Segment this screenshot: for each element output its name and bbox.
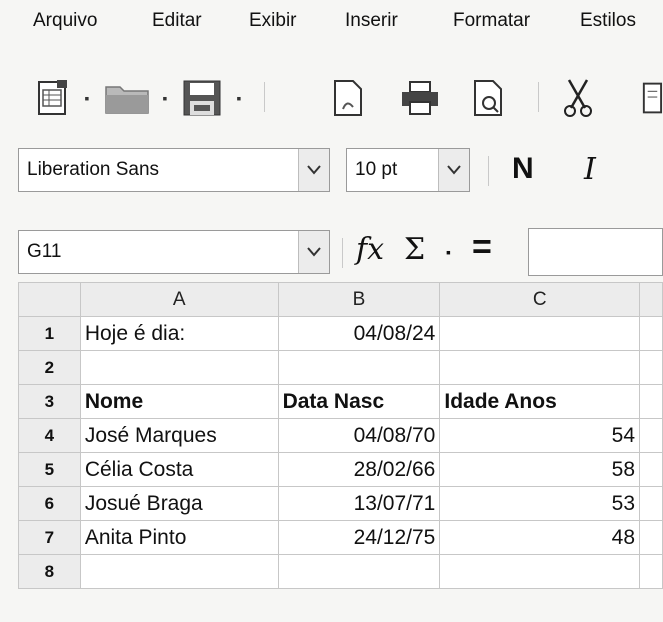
cell-d1[interactable]	[639, 316, 663, 351]
formula-equals-button[interactable]: =	[472, 228, 492, 267]
cell-b6[interactable]: 13/07/71	[277, 486, 441, 521]
table-row: 2	[18, 350, 663, 385]
cell-b1[interactable]: 04/08/24	[277, 316, 441, 351]
print-preview-icon[interactable]	[470, 66, 506, 130]
sum-button[interactable]: Σ	[404, 232, 425, 267]
open-folder-icon[interactable]	[102, 66, 152, 130]
column-header-b[interactable]: B	[277, 282, 441, 317]
menu-bar: Arquivo Editar Exibir Inserir Formatar E…	[0, 0, 663, 44]
cell-b2[interactable]	[277, 350, 441, 385]
cell-a4[interactable]: José Marques	[79, 418, 279, 453]
table-row: 7 Anita Pinto 24/12/75 48	[18, 520, 663, 555]
spreadsheet-grid: A B C 1 Hoje é dia: 04/08/24 2 3 Nome Da…	[18, 282, 663, 589]
standard-toolbar: ▪ ▪ ▪	[0, 66, 663, 130]
cell-a6[interactable]: Josué Braga	[79, 486, 279, 521]
cell-a3[interactable]: Nome	[79, 384, 279, 419]
cell-a5[interactable]: Célia Costa	[79, 452, 279, 487]
new-document-icon[interactable]	[32, 66, 72, 130]
cell-d7[interactable]	[639, 520, 663, 555]
row-header[interactable]: 6	[18, 486, 81, 521]
formula-bar: G11 fx Σ ▪ =	[0, 222, 663, 282]
cell-b8[interactable]	[277, 554, 441, 589]
print-icon[interactable]	[398, 66, 442, 130]
cell-d4[interactable]	[639, 418, 663, 453]
chevron-down-icon[interactable]	[438, 149, 469, 191]
chevron-down-icon[interactable]	[298, 149, 329, 191]
table-row: 1 Hoje é dia: 04/08/24	[18, 316, 663, 351]
table-row: 8	[18, 554, 663, 589]
font-name-combo[interactable]: Liberation Sans	[18, 148, 330, 192]
cell-c4[interactable]: 54	[439, 418, 641, 453]
cell-c3[interactable]: Idade Anos	[439, 384, 641, 419]
cell-c6[interactable]: 53	[439, 486, 641, 521]
name-box-value: G11	[27, 241, 62, 262]
cell-d5[interactable]	[639, 452, 663, 487]
toolbar-separator	[538, 82, 539, 112]
copy-icon[interactable]	[640, 66, 663, 130]
cell-c7[interactable]: 48	[439, 520, 641, 555]
cell-b3[interactable]: Data Nasc	[277, 384, 441, 419]
font-size-value: 10 pt	[355, 159, 398, 180]
column-header-c[interactable]: C	[439, 282, 641, 317]
menu-estilos[interactable]: Estilos	[580, 10, 636, 32]
table-row: 5 Célia Costa 28/02/66 58	[18, 452, 663, 487]
cell-c5[interactable]: 58	[439, 452, 641, 487]
font-name-value: Liberation Sans	[27, 159, 160, 180]
cell-c2[interactable]	[439, 350, 641, 385]
cell-d3[interactable]	[639, 384, 663, 419]
cell-a2[interactable]	[79, 350, 279, 385]
select-all-corner[interactable]	[18, 282, 81, 317]
table-row: 4 José Marques 04/08/70 54	[18, 418, 663, 453]
cell-b5[interactable]: 28/02/66	[277, 452, 441, 487]
column-header-d[interactable]	[639, 282, 663, 317]
row-header[interactable]: 5	[18, 452, 81, 487]
sum-dropdown-arrow[interactable]: ▪	[446, 244, 451, 260]
toolbar-separator	[488, 156, 489, 186]
function-wizard-button[interactable]: fx	[356, 232, 384, 267]
italic-button[interactable]: I	[584, 152, 596, 187]
formula-input[interactable]	[528, 228, 663, 276]
row-header[interactable]: 1	[18, 316, 81, 351]
name-box[interactable]: G11	[18, 230, 330, 274]
formatting-toolbar: Liberation Sans 10 pt N I	[0, 142, 663, 202]
toolbar-separator	[342, 238, 343, 268]
menu-inserir[interactable]: Inserir	[345, 10, 398, 32]
menu-formatar[interactable]: Formatar	[453, 10, 530, 32]
font-size-combo[interactable]: 10 pt	[346, 148, 470, 192]
cell-b4[interactable]: 04/08/70	[277, 418, 441, 453]
bold-button[interactable]: N	[512, 152, 534, 186]
cell-a8[interactable]	[79, 554, 279, 589]
cut-icon[interactable]	[560, 66, 596, 130]
table-row: 3 Nome Data Nasc Idade Anos	[18, 384, 663, 419]
cell-a7[interactable]: Anita Pinto	[79, 520, 279, 555]
save-icon[interactable]	[180, 66, 224, 130]
row-header[interactable]: 3	[18, 384, 81, 419]
cell-b7[interactable]: 24/12/75	[277, 520, 441, 555]
cell-d6[interactable]	[639, 486, 663, 521]
row-header[interactable]: 4	[18, 418, 81, 453]
menu-exibir[interactable]: Exibir	[249, 10, 297, 32]
open-dropdown-arrow[interactable]: ▪	[158, 66, 172, 130]
menu-editar[interactable]: Editar	[152, 10, 202, 32]
new-dropdown-arrow[interactable]: ▪	[80, 66, 94, 130]
table-row: 6 Josué Braga 13/07/71 53	[18, 486, 663, 521]
cell-c8[interactable]	[439, 554, 641, 589]
row-header[interactable]: 7	[18, 520, 81, 555]
toolbar-separator	[264, 82, 265, 112]
cell-a1[interactable]: Hoje é dia:	[79, 316, 279, 351]
cell-c1[interactable]	[439, 316, 641, 351]
export-pdf-icon[interactable]	[330, 66, 366, 130]
cell-d2[interactable]	[639, 350, 663, 385]
save-dropdown-arrow[interactable]: ▪	[232, 66, 246, 130]
row-header[interactable]: 2	[18, 350, 81, 385]
menu-arquivo[interactable]: Arquivo	[33, 10, 97, 32]
cell-d8[interactable]	[639, 554, 663, 589]
chevron-down-icon[interactable]	[298, 231, 329, 273]
column-header-a[interactable]: A	[79, 282, 279, 317]
row-header[interactable]: 8	[18, 554, 81, 589]
